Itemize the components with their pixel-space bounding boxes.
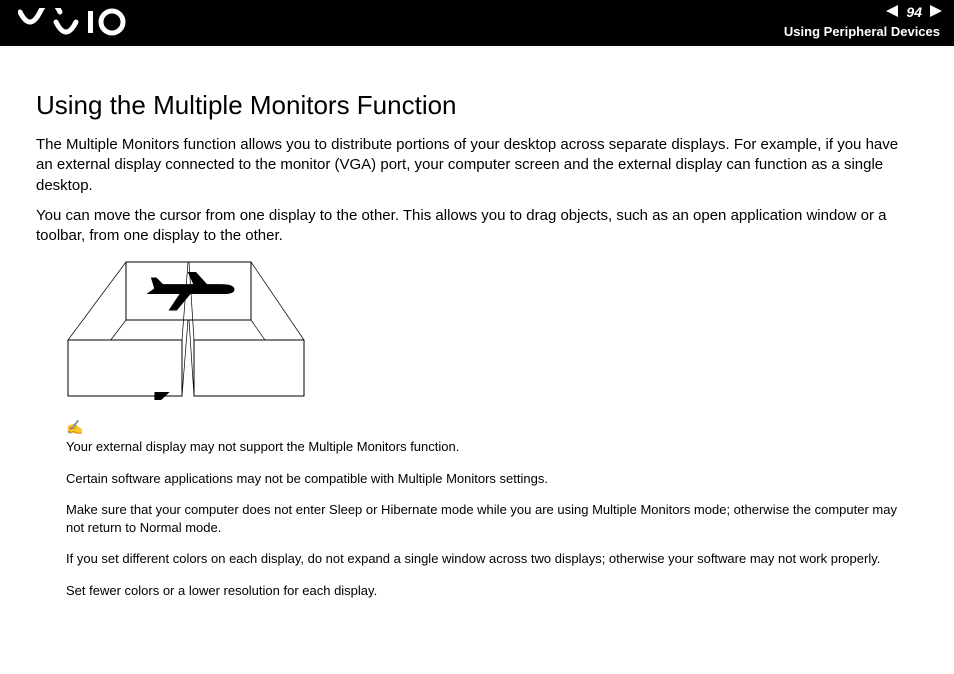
- note-icon: ✍: [66, 419, 918, 436]
- section-label: Using Peripheral Devices: [784, 24, 940, 39]
- page-title: Using the Multiple Monitors Function: [36, 90, 918, 121]
- body-paragraph: The Multiple Monitors function allows yo…: [36, 135, 918, 196]
- note-text: Make sure that your computer does not en…: [66, 501, 918, 536]
- page-content: Using the Multiple Monitors Function The…: [0, 46, 954, 600]
- note-text: Your external display may not support th…: [66, 438, 918, 456]
- header-bar: 94 Using Peripheral Devices: [0, 0, 954, 46]
- note-text: If you set different colors on each disp…: [66, 550, 918, 568]
- note-text: Certain software applications may not be…: [66, 470, 918, 488]
- multiple-monitors-diagram: [66, 260, 918, 405]
- body-paragraph: You can move the cursor from one display…: [36, 206, 918, 247]
- page-nav: 94: [886, 4, 942, 20]
- notes-section: ✍ Your external display may not support …: [66, 419, 918, 599]
- next-page-arrow[interactable]: [928, 4, 942, 20]
- prev-page-arrow[interactable]: [886, 4, 900, 20]
- note-text: Set fewer colors or a lower resolution f…: [66, 582, 918, 600]
- vaio-logo: [18, 8, 128, 41]
- page-number: 94: [906, 4, 922, 20]
